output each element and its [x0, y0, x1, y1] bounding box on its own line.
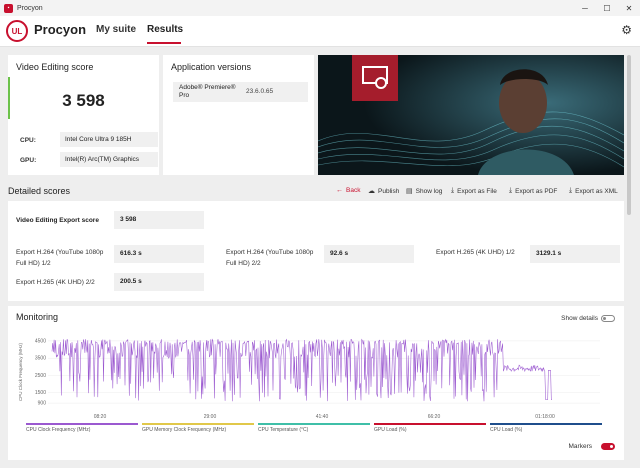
window-title: Procyon: [17, 4, 43, 12]
legend-swatch: [26, 423, 138, 425]
export-pdf-button[interactable]: ⤓ Export as PDF: [509, 187, 557, 195]
score-title: Video Editing score: [16, 62, 94, 72]
y-axis-label: CPU Clock Frequency (MHz): [18, 342, 23, 401]
download-icon: ⤓: [569, 187, 573, 194]
legend-item[interactable]: GPU Load (%): [374, 423, 486, 433]
cpu-label: CPU:: [20, 137, 36, 144]
show-log-button[interactable]: ▤ Show log: [406, 187, 442, 196]
y-tick-label: 900: [38, 401, 47, 407]
maximize-button[interactable]: ☐: [596, 0, 618, 16]
window-titlebar: ▪ Procyon ─ ☐ ✕: [0, 0, 640, 16]
close-button[interactable]: ✕: [618, 0, 640, 16]
ds-label-h265-1: Export H.265 (4K UHD) 1/2: [436, 249, 515, 256]
series-line-cpu-clock: [51, 338, 552, 402]
gpu-label: GPU:: [20, 157, 37, 164]
ul-logo: UL: [6, 20, 28, 42]
hero-badge: [352, 55, 398, 101]
detailed-scores-title: Detailed scores: [8, 186, 71, 196]
legend-label: GPU Memory Clock Frequency (MHz): [142, 427, 227, 433]
app-version-row: Adobe® Premiere® Pro 23.6.0.65: [173, 82, 308, 102]
legend-item[interactable]: GPU Memory Clock Frequency (MHz): [142, 423, 254, 433]
ds-value-export-score: 3 598: [114, 211, 204, 229]
vertical-scrollbar[interactable]: [626, 50, 634, 460]
ds-label-h264-2: Export H.264 (YouTube 1080p Full HD) 2/2: [226, 249, 314, 267]
scrollbar-thumb[interactable]: [627, 55, 631, 215]
cloud-icon: ☁: [368, 188, 375, 195]
application-versions-card: Application versions Adobe® Premiere® Pr…: [163, 55, 314, 175]
hero-image: [318, 55, 624, 175]
back-button[interactable]: ← Back: [336, 187, 360, 194]
monitoring-chart: CPU Clock Frequency (MHz) 4500 3500 2500 150…: [18, 338, 600, 420]
ds-value-h265-1: 3129.1 s: [530, 245, 620, 263]
app-logo-icon: ▪: [4, 3, 13, 13]
legend-swatch: [490, 423, 602, 425]
app-name: Adobe® Premiere® Pro: [179, 84, 236, 99]
tab-my-suite[interactable]: My suite: [96, 24, 136, 35]
download-icon: ⤓: [509, 187, 513, 194]
markers-label: Markers: [568, 443, 592, 450]
arrow-left-icon: ←: [336, 187, 343, 194]
y-tick-label: 4500: [35, 338, 46, 344]
markers-toggle[interactable]: [601, 443, 615, 450]
ds-value-h265-2: 200.5 s: [114, 273, 204, 291]
score-card: Video Editing score 3 598 CPU: Intel Cor…: [8, 55, 159, 175]
tab-results[interactable]: Results: [147, 24, 183, 35]
legend-swatch: [374, 423, 486, 425]
y-tick-label: 3500: [35, 356, 46, 362]
top-navigation: UL Procyon My suite Results ⚙: [0, 16, 640, 47]
gear-icon[interactable]: ⚙: [621, 23, 632, 37]
ds-value-h264-2: 92.6 s: [324, 245, 414, 263]
download-icon: ⤓: [451, 187, 455, 194]
legend-item[interactable]: CPU Temperature (°C): [258, 423, 370, 433]
app-versions-title: Application versions: [171, 62, 252, 72]
active-tab-indicator: [147, 42, 181, 44]
x-tick-label: 66:20: [428, 414, 441, 420]
publish-button[interactable]: ☁ Publish: [368, 187, 399, 196]
ds-label-h264-1: Export H.264 (YouTube 1080p Full HD) 1/2: [16, 249, 104, 267]
legend-swatch: [258, 423, 370, 425]
x-tick-label: 08:20: [94, 414, 107, 420]
screen-cast-icon: [362, 66, 388, 89]
ds-value-h264-1: 616.3 s: [114, 245, 204, 263]
export-file-button[interactable]: ⤓ Export as File: [451, 187, 497, 195]
detailed-scores-card: Video Editing Export score 3 598 Export …: [8, 201, 624, 301]
legend-swatch: [142, 423, 254, 425]
x-tick-label: 29:00: [204, 414, 217, 420]
cpu-value: Intel Core Ultra 9 185H: [60, 132, 158, 147]
x-tick-label: 41:40: [316, 414, 329, 420]
ds-label-export-score: Video Editing Export score: [16, 217, 99, 224]
toggle-knob: [610, 445, 613, 448]
legend-label: CPU Clock Frequency (MHz): [26, 427, 91, 433]
brand-name: Procyon: [34, 22, 87, 37]
x-tick-label: 01:18:00: [535, 414, 555, 420]
legend-item[interactable]: CPU Load (%): [490, 423, 602, 433]
ds-label-h265-2: Export H.265 (4K UHD) 2/2: [16, 279, 95, 286]
minimize-button[interactable]: ─: [574, 0, 596, 16]
y-tick-label: 2500: [35, 373, 46, 379]
app-version: 23.6.0.65: [246, 88, 274, 95]
log-icon: ▤: [406, 188, 413, 195]
monitoring-card: Monitoring Show details CPU Clock Freque…: [8, 306, 624, 460]
legend-label: GPU Load (%): [374, 427, 407, 433]
gpu-value: Intel(R) Arc(TM) Graphics: [60, 152, 158, 167]
legend-label: CPU Temperature (°C): [258, 427, 309, 433]
export-xml-button[interactable]: ⤓ Export as XML: [569, 187, 618, 195]
score-value: 3 598: [62, 91, 105, 110]
legend-label: CPU Load (%): [490, 427, 523, 433]
y-tick-label: 1500: [35, 390, 46, 396]
legend-item[interactable]: CPU Clock Frequency (MHz): [26, 423, 138, 433]
